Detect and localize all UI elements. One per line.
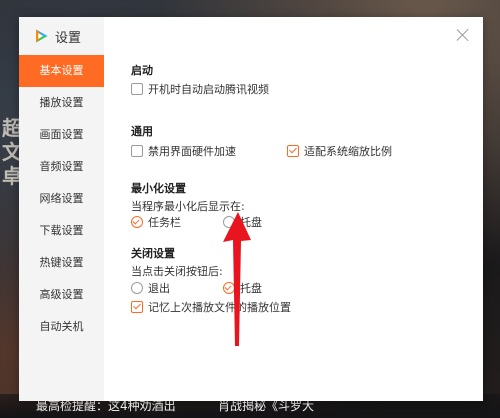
radio-unselected-icon xyxy=(131,282,143,294)
settings-dialog: 设置 基本设置 播放设置 画面设置 音频设置 网络设置 下载设置 热键设置 高级… xyxy=(19,17,483,401)
dialog-header: 设置 xyxy=(33,26,81,46)
nav-item-audio[interactable]: 音频设置 xyxy=(19,151,104,183)
nav-item-download[interactable]: 下载设置 xyxy=(19,215,104,247)
nav-item-advanced[interactable]: 高级设置 xyxy=(19,279,104,311)
adapt-scale-label: 适配系统缩放比例 xyxy=(304,145,392,158)
close-tray-radio[interactable]: 托盘 xyxy=(223,280,262,296)
nav-item-basic[interactable]: 基本设置 xyxy=(19,55,104,87)
settings-nav: 基本设置 播放设置 画面设置 音频设置 网络设置 下载设置 热键设置 高级设置 … xyxy=(19,55,104,343)
settings-content: 启动 开机时自动启动腾讯视频 通用 禁用界面硬件加速 适配系统缩放比例 最小化设… xyxy=(131,17,483,401)
autostart-label: 开机时自动启动腾讯视频 xyxy=(148,83,269,96)
radio-selected-icon xyxy=(131,216,143,228)
dialog-title: 设置 xyxy=(55,30,82,46)
minimize-prompt: 当程序最小化后显示在: xyxy=(131,200,245,213)
nav-item-playback[interactable]: 播放设置 xyxy=(19,87,104,119)
radio-unselected-icon xyxy=(223,216,235,228)
minimize-tray-radio[interactable]: 托盘 xyxy=(223,214,262,230)
nav-item-display[interactable]: 画面设置 xyxy=(19,119,104,151)
minimize-taskbar-radio[interactable]: 任务栏 xyxy=(131,214,181,230)
section-close-title: 关闭设置 xyxy=(131,247,175,260)
nav-item-network[interactable]: 网络设置 xyxy=(19,183,104,215)
remember-position-checkbox[interactable]: 记忆上次播放文件的播放位置 xyxy=(131,299,291,315)
section-minimize-title: 最小化设置 xyxy=(131,182,186,195)
checkbox-checked-icon xyxy=(131,301,143,313)
autostart-checkbox[interactable]: 开机时自动启动腾讯视频 xyxy=(131,81,269,97)
adapt-scale-checkbox[interactable]: 适配系统缩放比例 xyxy=(287,143,392,159)
close-prompt: 当点击关闭按钮后: xyxy=(131,265,223,278)
close-exit-label: 退出 xyxy=(148,282,170,295)
section-startup-title: 启动 xyxy=(131,64,153,77)
section-general-title: 通用 xyxy=(131,125,153,138)
disable-hw-accel-checkbox[interactable]: 禁用界面硬件加速 xyxy=(131,143,236,159)
minimize-tray-label: 托盘 xyxy=(240,216,262,229)
remember-position-label: 记忆上次播放文件的播放位置 xyxy=(148,301,291,314)
nav-item-auto-shutdown[interactable]: 自动关机 xyxy=(19,311,104,343)
nav-item-hotkey[interactable]: 热键设置 xyxy=(19,247,104,279)
tencent-video-logo-icon xyxy=(33,28,49,44)
settings-sidebar: 设置 基本设置 播放设置 画面设置 音频设置 网络设置 下载设置 热键设置 高级… xyxy=(19,17,104,401)
disable-hw-accel-label: 禁用界面硬件加速 xyxy=(148,145,236,158)
checkbox-unchecked-icon xyxy=(131,83,143,95)
radio-selected-icon xyxy=(223,282,235,294)
checkbox-checked-icon xyxy=(287,145,299,157)
checkbox-unchecked-icon xyxy=(131,145,143,157)
minimize-taskbar-label: 任务栏 xyxy=(148,216,181,229)
close-tray-label: 托盘 xyxy=(240,282,262,295)
close-exit-radio[interactable]: 退出 xyxy=(131,280,170,296)
